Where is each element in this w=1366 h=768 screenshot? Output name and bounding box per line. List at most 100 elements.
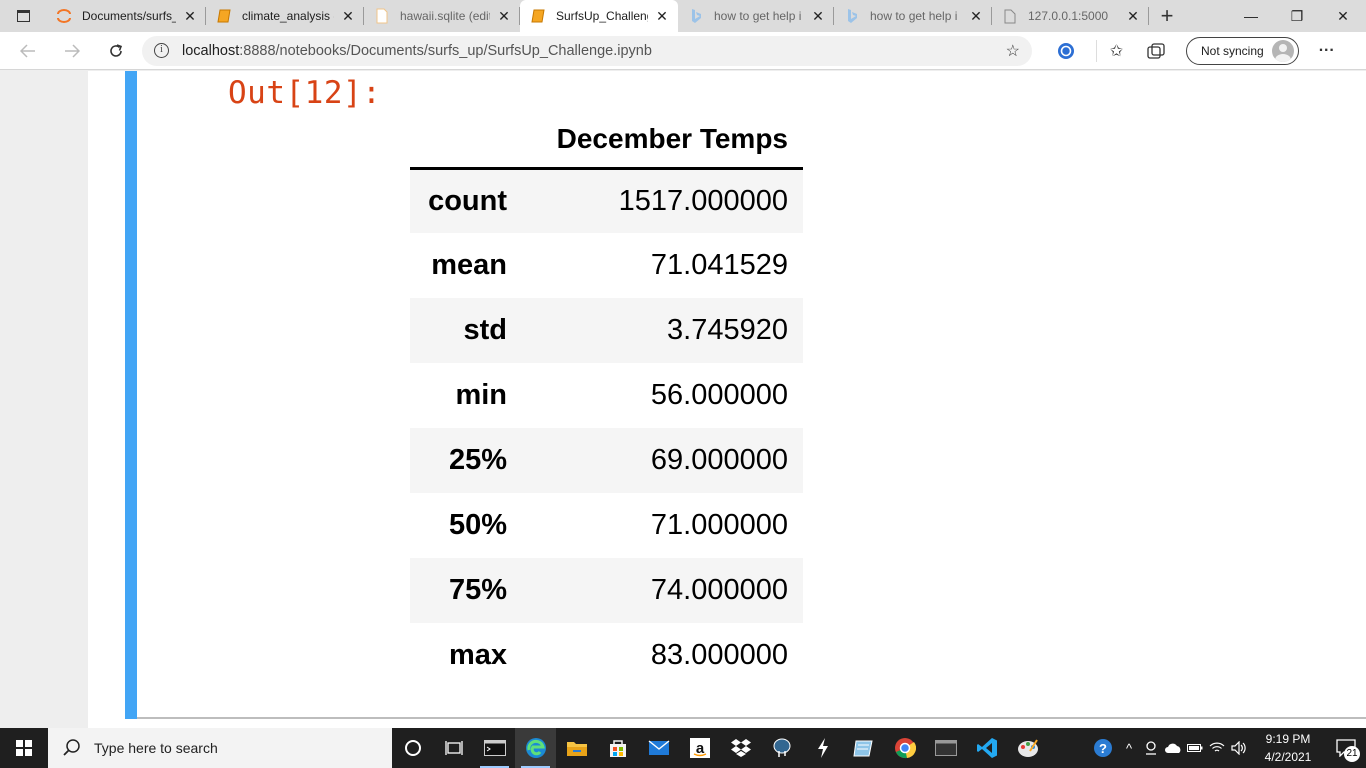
notebook-icon bbox=[216, 8, 232, 24]
row-index: count bbox=[428, 184, 507, 217]
tab-hawaii-sqlite[interactable]: hawaii.sqlite (edit ✕ bbox=[364, 0, 520, 32]
tab-label: Documents/surfs_ bbox=[82, 9, 176, 23]
amazon-icon[interactable]: a bbox=[679, 728, 720, 768]
row-value: 83.000000 bbox=[650, 639, 788, 671]
tab-climate-analysis[interactable]: climate_analysis - ✕ bbox=[206, 0, 364, 32]
notebook-icon bbox=[530, 8, 546, 24]
row-value: 69.000000 bbox=[650, 444, 788, 476]
table-row: mean 71.041529 bbox=[410, 233, 803, 298]
notification-count-badge: 21 bbox=[1344, 746, 1360, 762]
arrow-right-icon bbox=[65, 43, 80, 58]
tab-label: hawaii.sqlite (edit bbox=[400, 9, 490, 23]
selected-cell-indicator bbox=[125, 71, 137, 719]
postgresql-icon[interactable] bbox=[761, 728, 802, 768]
row-index: std bbox=[463, 314, 508, 346]
row-value: 1517.000000 bbox=[618, 184, 788, 217]
store-icon[interactable] bbox=[597, 728, 638, 768]
close-window-button[interactable]: ✕ bbox=[1320, 0, 1366, 32]
page-content: Out[12]: December Temps count 1517.00000… bbox=[0, 71, 1366, 728]
window-menu-icon[interactable] bbox=[0, 0, 46, 32]
row-index: min bbox=[455, 379, 507, 411]
dropbox-icon[interactable] bbox=[720, 728, 761, 768]
edge-browser-icon[interactable] bbox=[515, 728, 556, 768]
row-index: 25% bbox=[448, 444, 507, 476]
table-row: max 83.000000 bbox=[410, 623, 803, 688]
cell-border bbox=[137, 717, 1366, 719]
close-icon[interactable]: ✕ bbox=[1125, 8, 1141, 25]
url-host: localhost bbox=[182, 42, 240, 59]
task-view-icon[interactable] bbox=[433, 728, 474, 768]
tab-label: climate_analysis - bbox=[242, 9, 334, 23]
tab-bing-search-1[interactable]: how to get help i ✕ bbox=[678, 0, 834, 32]
row-index: max bbox=[448, 639, 507, 671]
browser-toolbar: i localhost:8888/notebooks/Documents/sur… bbox=[0, 32, 1366, 70]
chevron-up-icon[interactable]: ^ bbox=[1118, 728, 1140, 768]
command-prompt-icon[interactable] bbox=[925, 728, 966, 768]
close-icon[interactable]: ✕ bbox=[968, 8, 984, 25]
close-icon[interactable]: ✕ bbox=[810, 8, 826, 25]
search-placeholder: Type here to search bbox=[94, 740, 218, 756]
back-button[interactable] bbox=[6, 32, 50, 70]
bing-icon bbox=[688, 8, 704, 24]
row-index: 75% bbox=[448, 574, 507, 606]
new-tab-button[interactable]: + bbox=[1149, 0, 1185, 32]
vscode-icon[interactable] bbox=[966, 728, 1007, 768]
close-icon[interactable]: ✕ bbox=[496, 8, 512, 25]
close-icon[interactable]: ✕ bbox=[654, 8, 670, 25]
address-bar[interactable]: i localhost:8888/notebooks/Documents/sur… bbox=[142, 35, 1032, 66]
notification-center-button[interactable]: 21 bbox=[1326, 728, 1366, 768]
taskbar: Type here to search a ? ^ 9:19 PM 4/2/20… bbox=[0, 728, 1366, 768]
more-options-icon[interactable]: ··· bbox=[1307, 32, 1347, 70]
tab-bing-search-2[interactable]: how to get help i ✕ bbox=[834, 0, 992, 32]
onedrive-icon[interactable] bbox=[1162, 728, 1184, 768]
start-button[interactable] bbox=[0, 728, 48, 768]
arrow-left-icon bbox=[20, 43, 35, 58]
add-favorite-icon[interactable]: ☆ bbox=[1006, 41, 1020, 61]
favorites-icon[interactable]: ✩ bbox=[1096, 39, 1136, 62]
extension-icon[interactable] bbox=[1046, 32, 1086, 70]
volume-icon[interactable] bbox=[1228, 728, 1250, 768]
row-index: 50% bbox=[448, 509, 507, 541]
row-value: 74.000000 bbox=[650, 574, 788, 606]
site-info-icon[interactable]: i bbox=[154, 43, 169, 58]
tab-localhost-5000[interactable]: 127.0.0.1:5000 ✕ bbox=[992, 0, 1149, 32]
table-corner bbox=[410, 112, 522, 170]
bing-icon bbox=[844, 8, 860, 24]
help-icon[interactable]: ? bbox=[1088, 728, 1118, 768]
battery-icon[interactable] bbox=[1184, 728, 1206, 768]
clock[interactable]: 9:19 PM 4/2/2021 bbox=[1250, 730, 1326, 766]
column-header: December Temps bbox=[522, 112, 803, 170]
row-index: mean bbox=[431, 249, 507, 281]
tab-label: how to get help i bbox=[714, 9, 802, 23]
wifi-icon[interactable] bbox=[1206, 728, 1228, 768]
forward-button[interactable] bbox=[50, 32, 94, 70]
close-icon[interactable]: ✕ bbox=[182, 8, 198, 25]
tab-documents[interactable]: Documents/surfs_ ✕ bbox=[46, 0, 206, 32]
file-explorer-icon[interactable] bbox=[556, 728, 597, 768]
page-icon bbox=[1002, 8, 1018, 24]
mail-icon[interactable] bbox=[638, 728, 679, 768]
url-path: :8888/notebooks/Documents/surfs_up/Surfs… bbox=[239, 42, 652, 59]
collections-icon[interactable] bbox=[1136, 32, 1176, 70]
row-value: 71.000000 bbox=[650, 509, 788, 541]
row-value: 56.000000 bbox=[650, 379, 788, 411]
refresh-button[interactable] bbox=[94, 32, 138, 70]
table-row: min 56.000000 bbox=[410, 363, 803, 428]
restore-button[interactable]: ❐ bbox=[1274, 0, 1320, 32]
notepad-icon[interactable] bbox=[843, 728, 884, 768]
paint-icon[interactable] bbox=[1007, 728, 1048, 768]
tab-surfsup-challenge[interactable]: SurfsUp_Challeng ✕ bbox=[520, 0, 678, 32]
meet-now-icon[interactable] bbox=[1140, 728, 1162, 768]
taskbar-search-box[interactable]: Type here to search bbox=[48, 728, 392, 768]
chrome-icon[interactable] bbox=[884, 728, 925, 768]
cortana-icon[interactable] bbox=[392, 728, 433, 768]
minimize-button[interactable]: — bbox=[1228, 0, 1274, 32]
dataframe-table: December Temps count 1517.000000 mean 71… bbox=[410, 112, 803, 688]
close-icon[interactable]: ✕ bbox=[340, 8, 356, 25]
table-row: 75% 74.000000 bbox=[410, 558, 803, 623]
lightning-app-icon[interactable] bbox=[802, 728, 843, 768]
tab-label: SurfsUp_Challeng bbox=[556, 9, 648, 23]
profile-sync-button[interactable]: Not syncing bbox=[1186, 36, 1299, 65]
terminal-icon[interactable] bbox=[474, 728, 515, 768]
sync-label: Not syncing bbox=[1201, 43, 1264, 58]
